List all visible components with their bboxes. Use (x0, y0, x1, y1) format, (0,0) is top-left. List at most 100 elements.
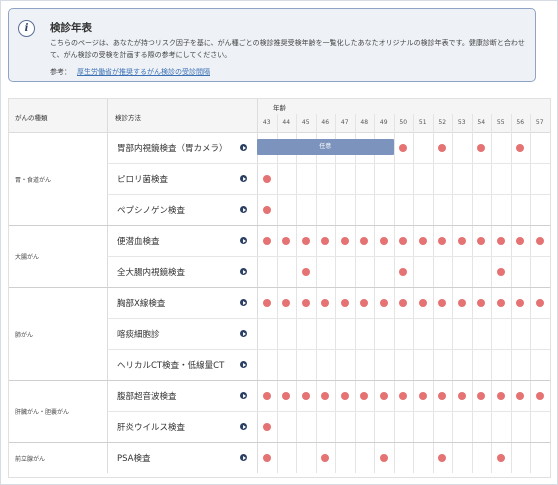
age-column-divider (510, 114, 512, 473)
screening-method-label: 肝炎ウイルス検査 (117, 423, 186, 433)
recommended-age-dot (535, 391, 544, 400)
recommended-age-dot (379, 453, 388, 462)
recommended-age-dot (457, 391, 466, 400)
header-age: 年齢 (273, 104, 286, 112)
screening-method-label: 胃部内視鏡検査（胃カメラ） (117, 144, 228, 154)
row-divider (107, 349, 550, 350)
row-divider (107, 163, 550, 164)
cancer-category-label: 前立腺がん (15, 455, 46, 463)
age-label: 50 (399, 119, 408, 126)
age-label: 45 (301, 119, 310, 126)
recommended-age-dot (321, 453, 330, 462)
screening-method-label: 胸部X線検査 (117, 299, 166, 309)
age-label: 57 (535, 119, 544, 126)
age-column-divider (374, 114, 375, 473)
recommended-age-dot (399, 391, 408, 400)
recommended-age-dot (477, 298, 486, 307)
recommended-age-dot (418, 391, 427, 400)
cancer-category-label: 肝臓がん・胆嚢がん (15, 409, 70, 416)
recommended-age-dot (262, 298, 271, 307)
page-frame: i 検診年表 こちらのページは、あなたが持つリスク因子を基に、がん種ごとの検診推… (0, 0, 558, 485)
play-icon[interactable] (240, 392, 247, 399)
recommended-age-dot (516, 143, 525, 152)
recommended-age-dot (438, 298, 447, 307)
recommended-age-dot (438, 391, 447, 400)
age-column-divider (276, 114, 278, 473)
play-icon[interactable] (240, 268, 247, 275)
row-divider (9, 380, 550, 381)
age-label: 52 (438, 119, 447, 126)
header-method: 検診方法 (115, 114, 141, 122)
row-divider (9, 287, 550, 288)
cancer-category-label: 肺がん (15, 331, 34, 339)
recommended-age-dot (360, 391, 369, 400)
age-label: 49 (379, 119, 388, 126)
age-label: 55 (496, 119, 505, 126)
row-divider (107, 411, 550, 412)
age-column-divider (354, 114, 356, 473)
info-icon: i (18, 20, 35, 37)
play-icon[interactable] (240, 330, 247, 337)
recommended-age-dot (262, 453, 271, 462)
recommended-age-dot (321, 391, 330, 400)
info-box: i 検診年表 こちらのページは、あなたが持つリスク因子を基に、がん種ごとの検診推… (8, 8, 536, 82)
recommended-age-dot (282, 298, 291, 307)
age-column-divider (315, 114, 317, 473)
screening-table: 年齢 がんの種類 検診方法 43 44 45 46 47 48 49 50 51 52 53 54 55… (8, 98, 551, 478)
recommended-age-dot (496, 453, 505, 462)
recommended-age-dot (496, 298, 505, 307)
recommended-age-dot (282, 236, 291, 245)
age-column-divider (413, 114, 414, 473)
age-label: 54 (477, 119, 486, 126)
row-divider (107, 318, 550, 319)
age-column-divider (452, 114, 453, 473)
recommended-age-dot (262, 174, 271, 183)
cancer-category-label: 胃・食道がん (15, 176, 52, 184)
age-column-divider (296, 114, 297, 473)
header-category: がんの種類 (15, 114, 48, 122)
screening-method-label: ヘリカルCT検査・低線量CT (117, 361, 225, 371)
age-label: 46 (321, 119, 330, 126)
recommended-age-dot (340, 298, 349, 307)
age-label: 56 (516, 119, 525, 126)
reference-line: 参考： 厚生労働省が推奨するがん検診の受診間隔 (50, 67, 210, 77)
recommended-age-dot (438, 453, 447, 462)
recommended-age-dot (516, 236, 525, 245)
play-icon[interactable] (240, 144, 247, 151)
reference-link[interactable]: 厚生労働省が推奨するがん検診の受診間隔 (77, 68, 210, 76)
play-icon[interactable] (240, 299, 247, 306)
recommended-age-dot (301, 391, 310, 400)
column-divider (107, 99, 108, 473)
recommended-age-dot (399, 143, 408, 152)
play-icon[interactable] (240, 175, 247, 182)
recommended-age-dot (477, 143, 486, 152)
play-icon[interactable] (240, 206, 247, 213)
recommended-age-dot (262, 391, 271, 400)
screening-method-label: 便潜血検査 (117, 237, 160, 247)
age-column-divider (335, 114, 336, 473)
play-icon[interactable] (240, 423, 247, 430)
age-label: 44 (282, 119, 291, 126)
play-icon[interactable] (240, 454, 247, 461)
play-icon[interactable] (240, 237, 247, 244)
recommended-age-dot (457, 236, 466, 245)
recommended-age-dot (496, 267, 505, 276)
row-divider (107, 194, 550, 195)
screening-method-label: 腹部超音波検査 (117, 392, 177, 402)
page-title: 検診年表 (50, 22, 92, 34)
play-icon[interactable] (240, 361, 247, 368)
recommended-age-dot (379, 236, 388, 245)
screening-method-label: 喀痰細胞診 (117, 330, 160, 340)
recommended-age-dot (477, 236, 486, 245)
recommended-age-dot (262, 205, 271, 214)
recommended-age-dot (262, 422, 271, 431)
age-column-divider (491, 114, 492, 473)
age-label: 43 (262, 119, 271, 126)
recommended-age-dot (477, 391, 486, 400)
screening-method-label: PSA検査 (117, 454, 151, 464)
age-label: 47 (340, 119, 349, 126)
screening-method-label: ピロリ菌検査 (117, 175, 169, 185)
recommended-age-dot (399, 267, 408, 276)
optional-range-bar: 任意 (257, 139, 394, 155)
recommended-age-dot (496, 236, 505, 245)
